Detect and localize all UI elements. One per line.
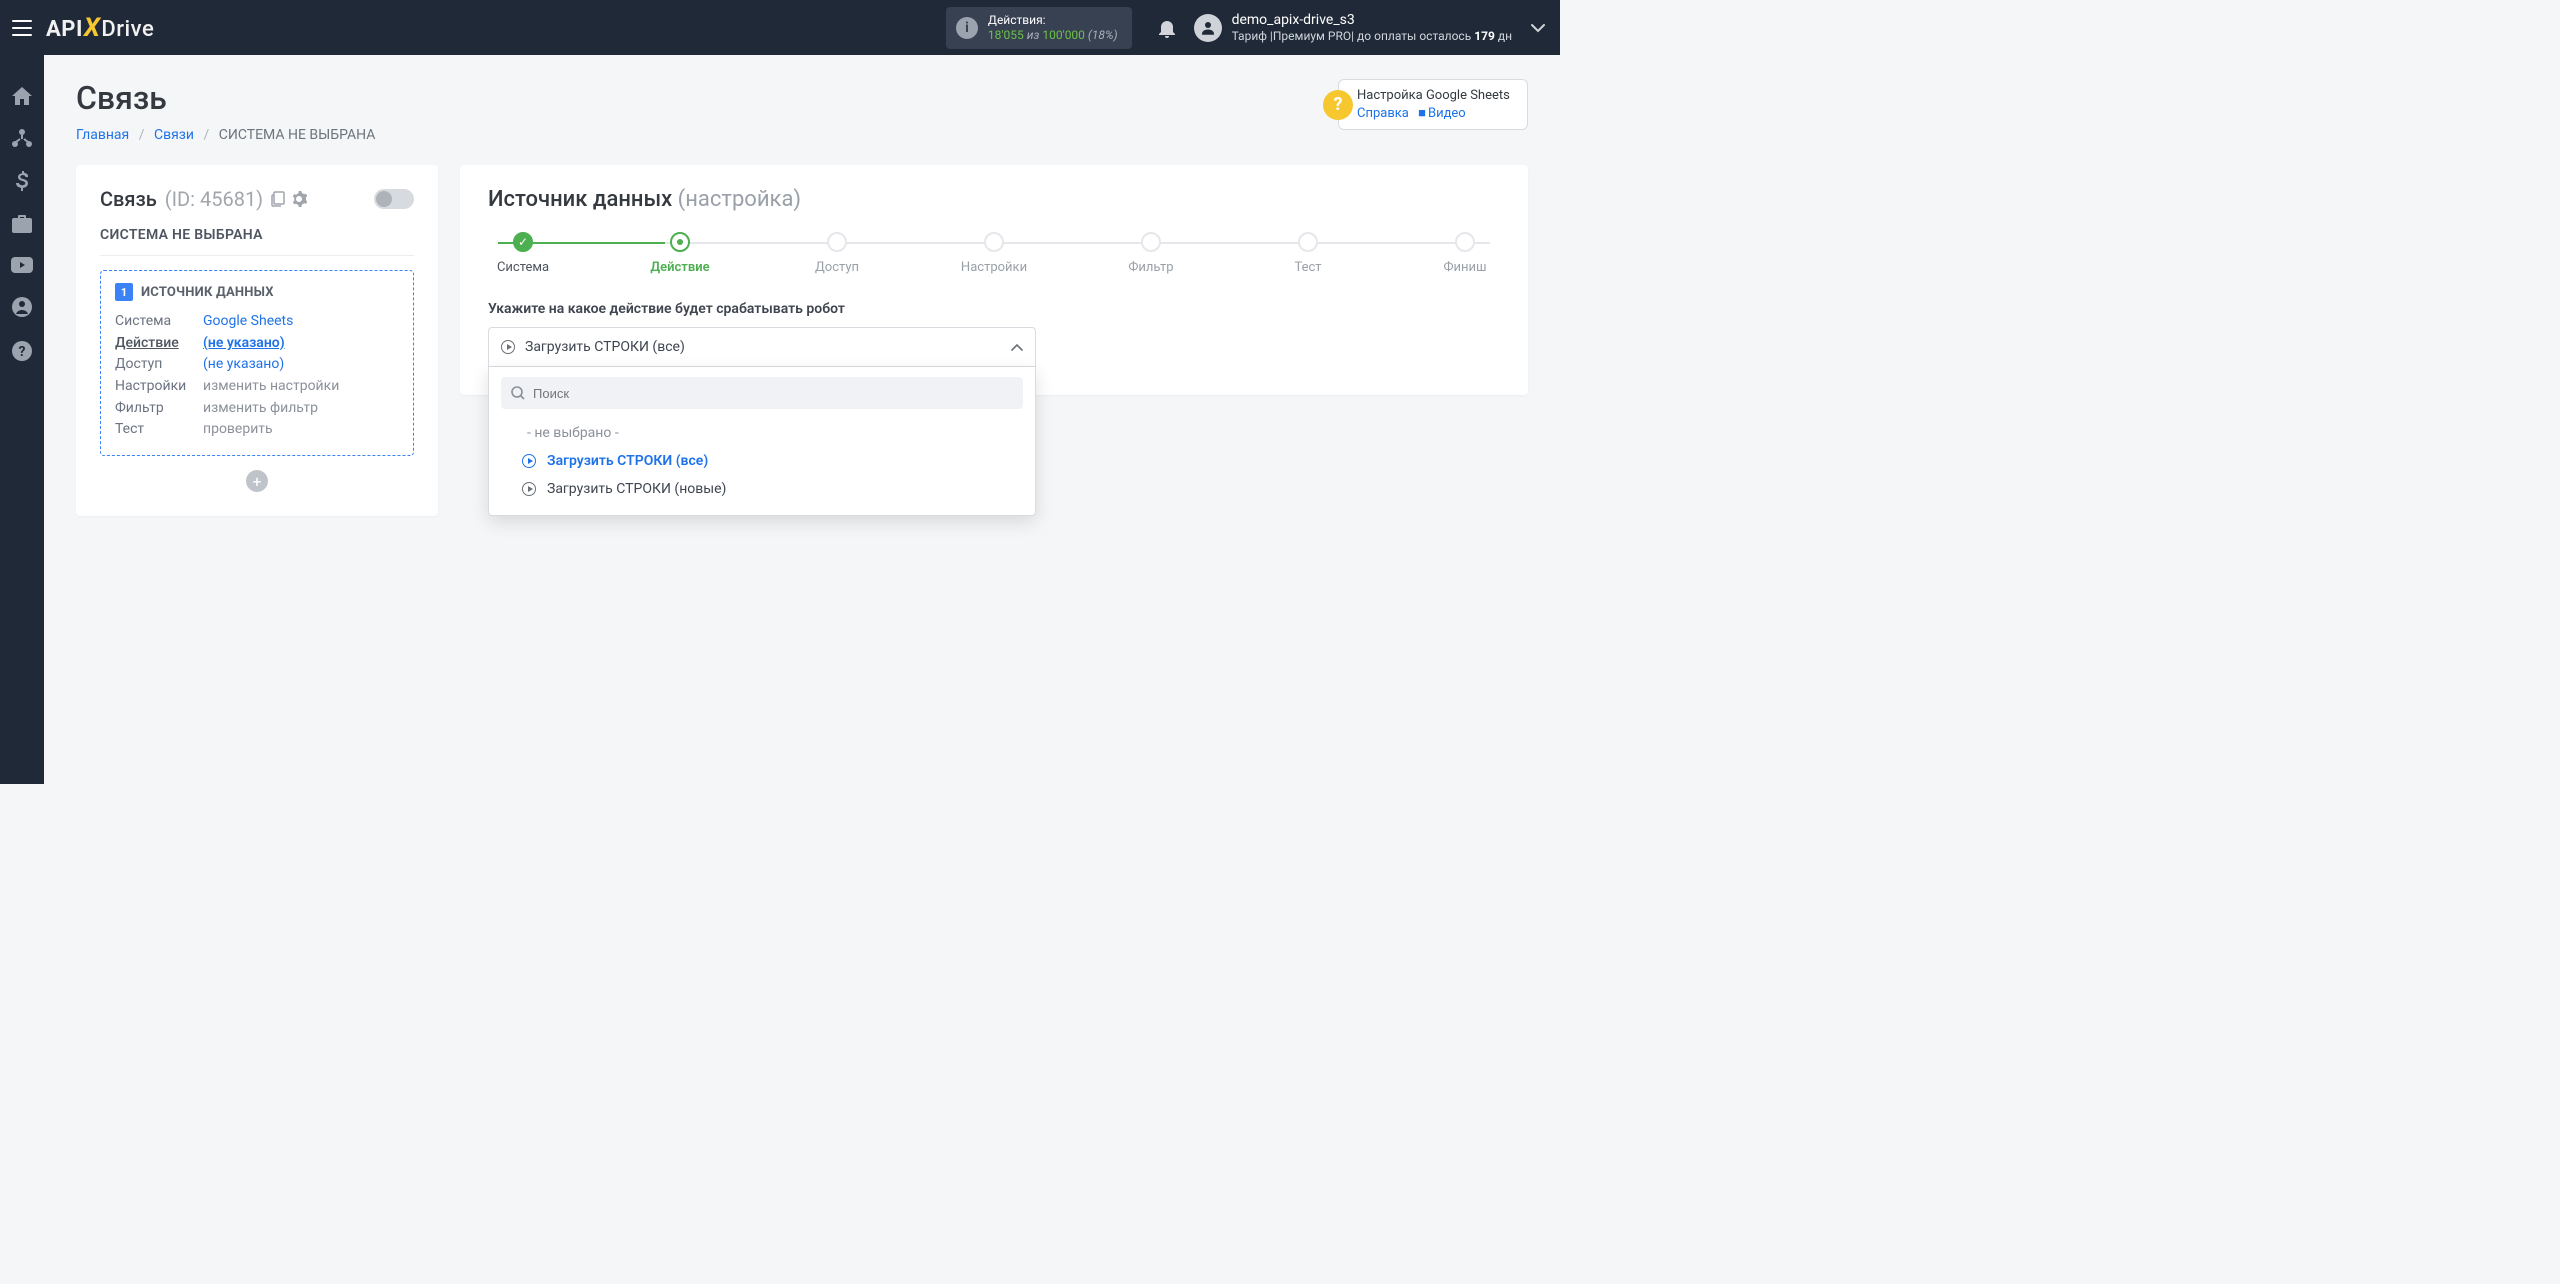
page-title: Связь (76, 79, 375, 117)
step-system[interactable]: ✓Система (488, 232, 558, 275)
actions-total: 100'000 (1042, 28, 1085, 42)
copy-icon[interactable] (271, 191, 285, 207)
nav-home-icon[interactable] (12, 87, 32, 105)
top-header: API X Drive i Действия: 18'055 из 100'00… (0, 0, 1560, 55)
menu-toggle-button[interactable] (0, 0, 44, 55)
step-filter[interactable]: Фильтр (1116, 232, 1186, 275)
video-icon: ■ (1418, 106, 1426, 121)
action-select[interactable]: Загрузить СТРОКИ (все) (488, 327, 1036, 367)
help-video-link[interactable]: Видео (1428, 106, 1466, 121)
filter-link[interactable]: изменить фильтр (203, 400, 318, 416)
add-destination-button[interactable]: + (246, 470, 268, 492)
svg-text:?: ? (19, 344, 26, 360)
help-title: Настройка Google Sheets (1357, 88, 1513, 103)
actions-sep: из (1027, 28, 1040, 42)
source-number-badge: 1 (115, 283, 133, 301)
user-menu[interactable]: demo_apix-drive_s3 Тариф |Премиум PRO| д… (1194, 11, 1512, 45)
action-dropdown: - не выбрано - Загрузить СТРОКИ (все) За… (488, 367, 1036, 516)
help-card: ? Настройка Google Sheets Справка ■Видео (1338, 79, 1528, 130)
notifications-button[interactable] (1150, 18, 1184, 38)
access-link[interactable]: (не указано) (203, 356, 284, 372)
logo-text-x: X (84, 13, 101, 43)
dropdown-search-input[interactable] (533, 386, 1013, 401)
step-access[interactable]: Доступ (802, 232, 872, 275)
action-field-label: Укажите на какое действие будет срабатыв… (488, 301, 1500, 317)
help-question-icon: ? (1323, 90, 1353, 120)
breadcrumb: Главная / Связи / СИСТЕМА НЕ ВЫБРАНА (76, 127, 375, 143)
breadcrumb-current: СИСТЕМА НЕ ВЫБРАНА (219, 127, 376, 143)
play-icon (522, 454, 536, 468)
source-header-label: ИСТОЧНИК ДАННЫХ (141, 285, 274, 300)
test-link[interactable]: проверить (203, 421, 273, 437)
option-load-all[interactable]: Загрузить СТРОКИ (все) (501, 447, 1023, 475)
main-content: Связь Главная / Связи / СИСТЕМА НЕ ВЫБРА… (44, 55, 1560, 784)
help-reference-link[interactable]: Справка (1357, 106, 1409, 121)
action-link[interactable]: (не указано) (203, 335, 285, 351)
logo[interactable]: API X Drive (46, 13, 154, 43)
option-load-new[interactable]: Загрузить СТРОКИ (новые) (501, 475, 1023, 503)
nav-briefcase-icon[interactable] (12, 215, 32, 233)
source-config-box: 1 ИСТОЧНИК ДАННЫХ СистемаGoogle Sheets Д… (100, 270, 414, 456)
connection-subtitle: СИСТЕМА НЕ ВЫБРАНА (100, 227, 414, 256)
logo-text-drive: Drive (101, 17, 154, 42)
breadcrumb-home[interactable]: Главная (76, 127, 129, 143)
nav-profile-icon[interactable] (12, 297, 32, 317)
step-action[interactable]: Действие (645, 232, 715, 275)
actions-used: 18'055 (988, 28, 1024, 42)
option-none[interactable]: - не выбрано - (501, 419, 1023, 447)
nav-billing-icon[interactable] (16, 171, 28, 191)
step-settings[interactable]: Настройки (959, 232, 1029, 275)
action-select-value: Загрузить СТРОКИ (все) (525, 339, 685, 355)
actions-usage-chip[interactable]: i Действия: 18'055 из 100'000 (18%) (946, 7, 1132, 49)
wizard-title: Источник данных (настройка) (488, 187, 1500, 212)
play-icon (522, 482, 536, 496)
actions-pct: (18%) (1088, 28, 1118, 42)
connection-toggle[interactable] (374, 189, 414, 209)
step-test[interactable]: Тест (1273, 232, 1343, 275)
user-name: demo_apix-drive_s3 (1232, 11, 1512, 29)
wizard-card: Источник данных (настройка) ✓Система Дей… (460, 165, 1528, 395)
play-icon (501, 340, 515, 354)
connection-title: Связь (100, 187, 157, 211)
tariff-line: Тариф |Премиум PRO| до оплаты осталось 1… (1232, 29, 1512, 45)
nav-video-icon[interactable] (11, 257, 33, 273)
chevron-up-icon (1011, 343, 1023, 351)
step-finish[interactable]: Финиш (1430, 232, 1500, 275)
search-icon (511, 386, 525, 400)
connection-summary-card: Связь (ID: 45681) СИСТЕМА НЕ ВЫБРАНА 1 И… (76, 165, 438, 516)
breadcrumb-links[interactable]: Связи (154, 127, 194, 143)
sidebar: ? (0, 55, 44, 784)
wizard-stepper: ✓Система Действие Доступ Настройки Фильт… (488, 232, 1500, 275)
avatar-icon (1194, 14, 1222, 42)
actions-label: Действия: (988, 13, 1118, 28)
dropdown-search[interactable] (501, 377, 1023, 409)
info-icon: i (956, 17, 978, 39)
nav-help-icon[interactable]: ? (12, 341, 32, 361)
gear-icon[interactable] (291, 191, 307, 207)
header-expand-button[interactable] (1524, 23, 1552, 33)
nav-connections-icon[interactable] (12, 129, 32, 147)
settings-link[interactable]: изменить настройки (203, 378, 339, 394)
system-link[interactable]: Google Sheets (203, 313, 293, 329)
logo-text-api: API (46, 17, 83, 42)
connection-id: (ID: 45681) (165, 187, 263, 211)
